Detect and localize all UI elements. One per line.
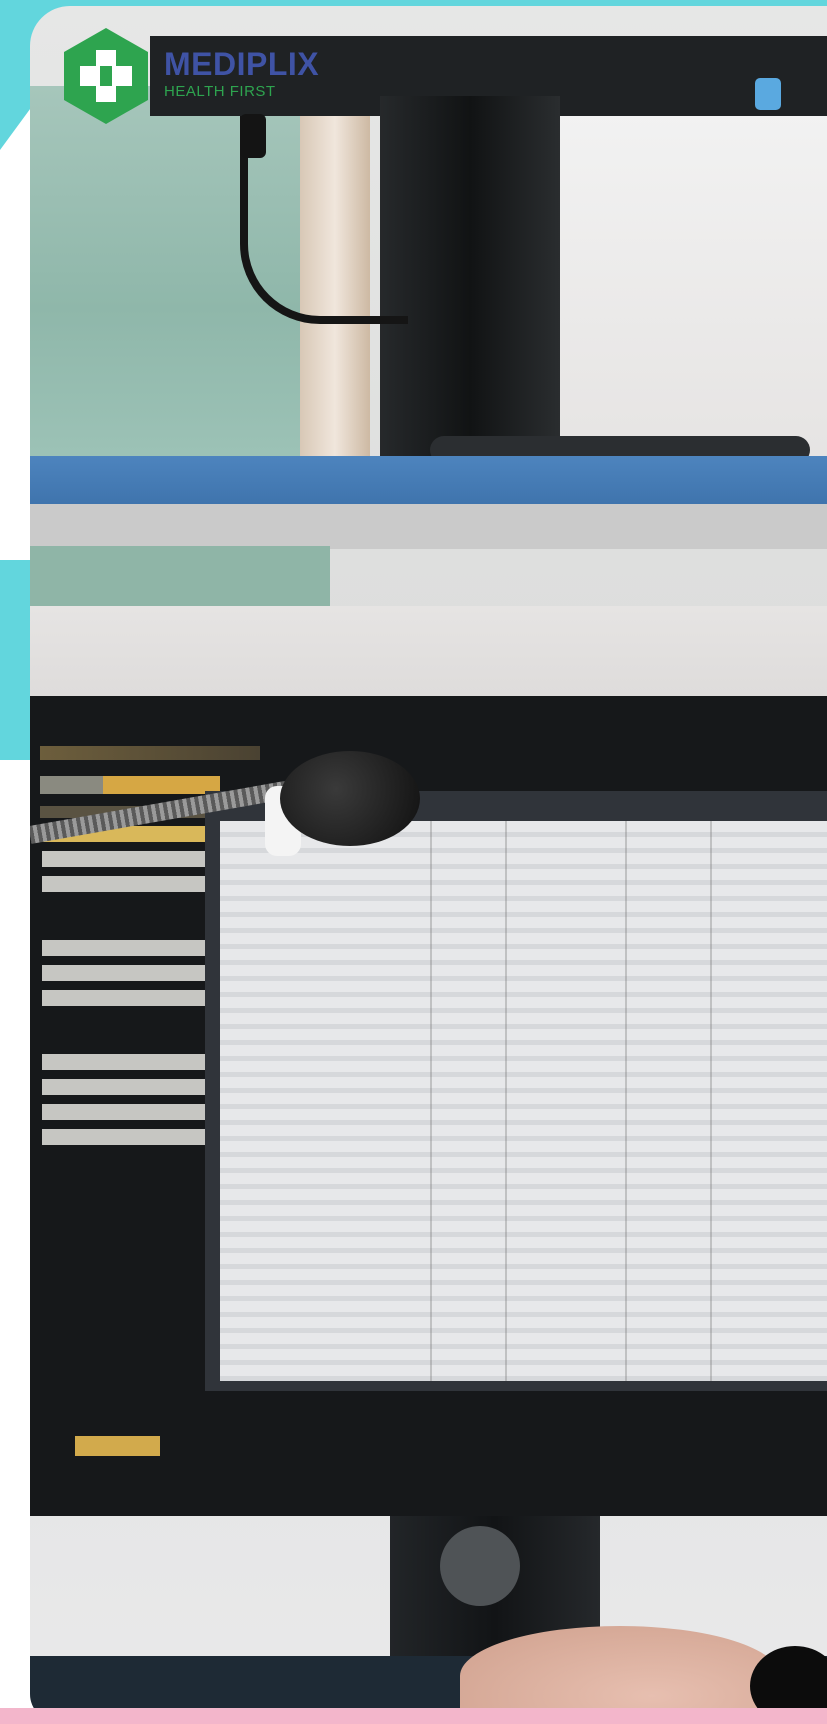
- monitor-status-chip: [75, 1436, 160, 1456]
- brand-logo[interactable]: MEDIPLIX HEALTH FIRST: [60, 26, 360, 126]
- monitor-sidebar-row: [42, 876, 217, 892]
- medical-cross-hexagon-icon: [64, 28, 148, 124]
- monitor-sidebar-row: [42, 1054, 217, 1070]
- monitor-menu-strip: [40, 746, 260, 760]
- monitor-sidebar: [42, 826, 217, 1154]
- monitor-sidebar-row: [42, 1079, 217, 1095]
- photo-stand-knob: [440, 1526, 520, 1606]
- monitor-sidebar-row: [42, 851, 217, 867]
- brand-tagline: HEALTH FIRST: [164, 83, 276, 100]
- photo-shelf-shadow: [30, 504, 827, 549]
- photo-window: [560, 106, 827, 456]
- monitor-table-rows: [220, 821, 827, 1381]
- decorative-bottom-band: [0, 1708, 827, 1724]
- monitor-table-column-divider: [430, 821, 432, 1381]
- photo-microphone-head: [280, 751, 420, 846]
- monitor-data-table: [205, 791, 827, 1391]
- page: MEDIPLIX HEALTH FIRST: [0, 0, 827, 1724]
- monitor-sidebar-gap: [42, 901, 217, 931]
- monitor-sidebar-gap: [42, 1015, 217, 1045]
- monitor-sidebar-row: [42, 940, 217, 956]
- photo-wall-middle: [30, 606, 827, 696]
- monitor-sidebar-row: [42, 1129, 217, 1145]
- monitor-sidebar-row: [42, 965, 217, 981]
- monitor-table-column-divider: [625, 821, 627, 1381]
- monitor-sidebar-row: [42, 990, 217, 1006]
- monitor-table-column-divider: [710, 821, 712, 1381]
- photo-indicator-light: [755, 78, 781, 110]
- hero-photo: [30, 6, 827, 1722]
- monitor-sidebar-row: [42, 1104, 217, 1120]
- photo-green-panel: [30, 546, 330, 606]
- brand-name: MEDIPLIX: [164, 46, 320, 82]
- photo-blue-shelf: [30, 456, 827, 504]
- monitor-tab-bar: [40, 776, 220, 794]
- monitor-table-column-divider: [505, 821, 507, 1381]
